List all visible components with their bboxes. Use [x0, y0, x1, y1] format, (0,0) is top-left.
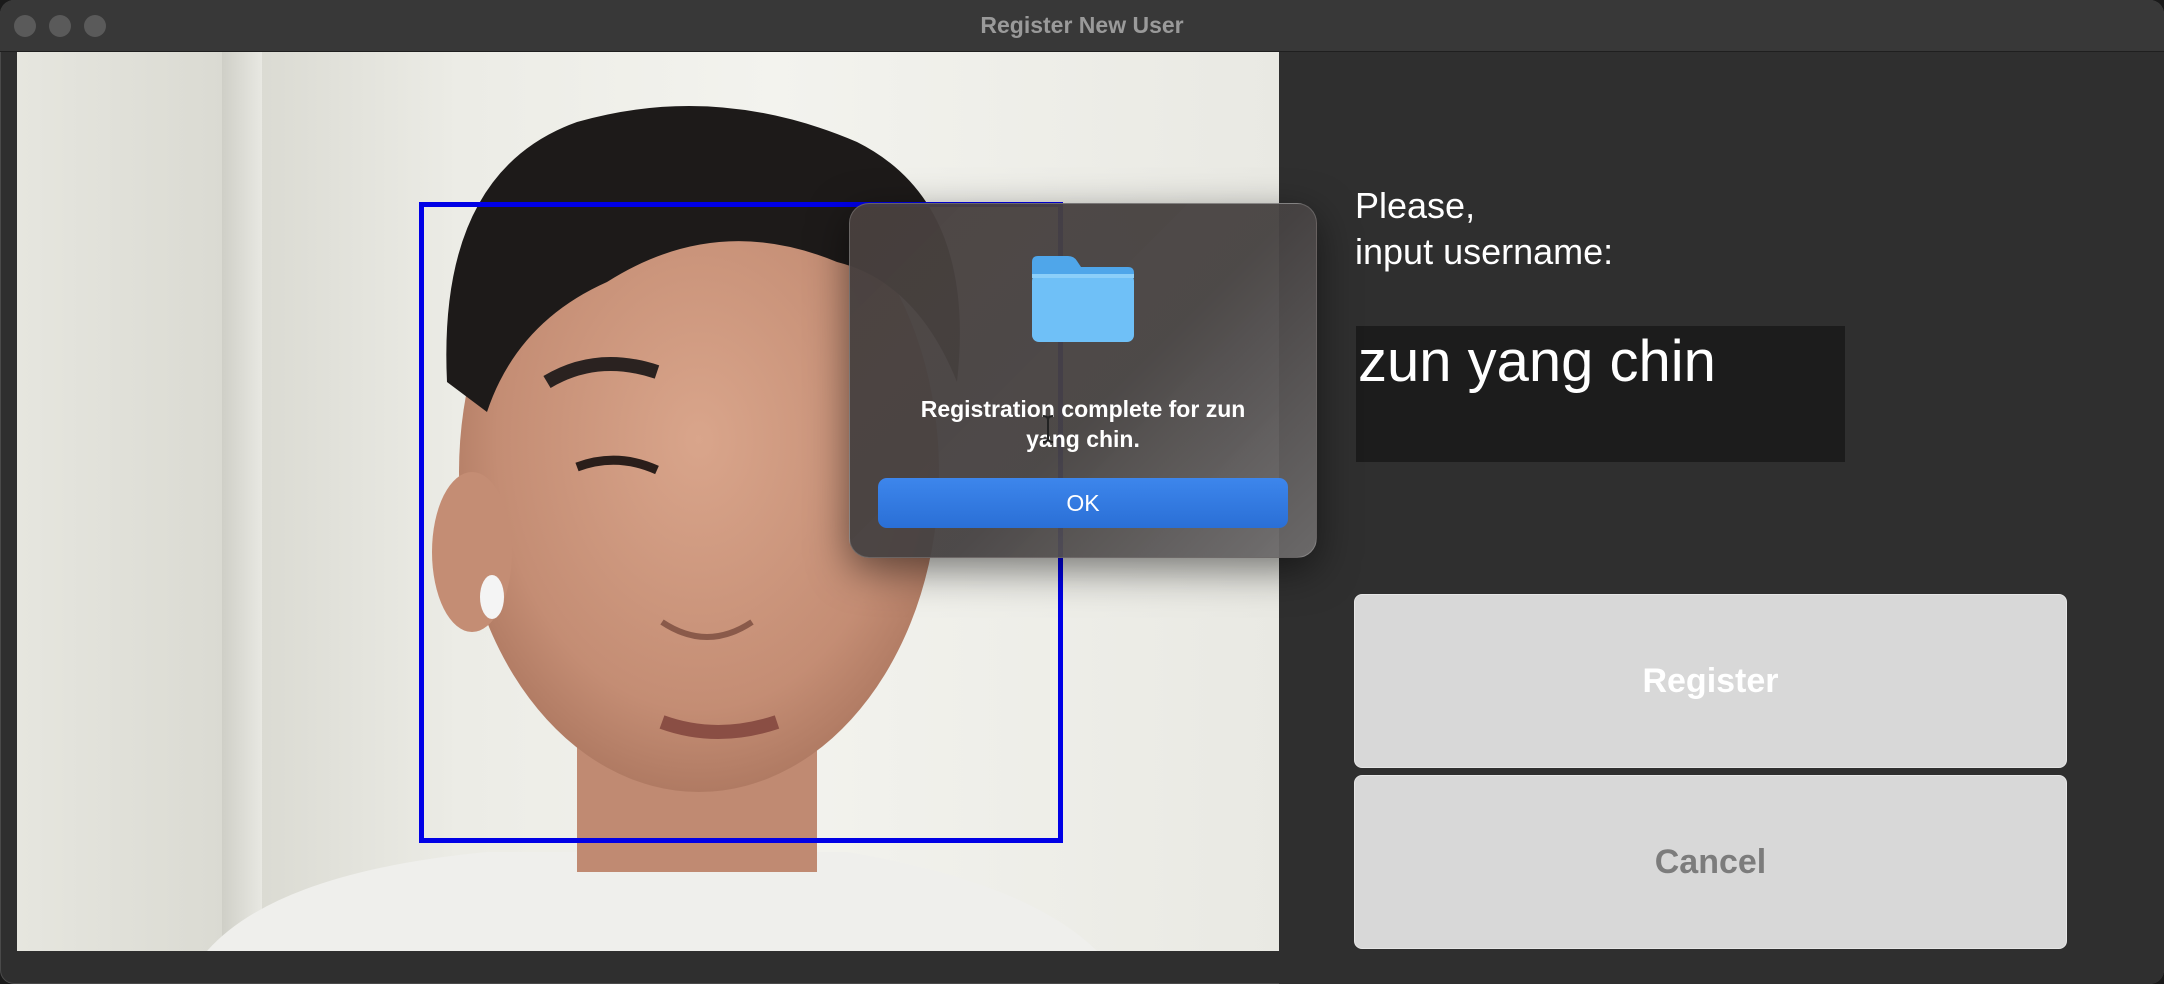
- window-title: Register New User: [980, 12, 1184, 38]
- username-prompt: Please, input username:: [1355, 183, 1613, 275]
- ok-button[interactable]: OK: [878, 478, 1288, 528]
- title-bar: Register New User: [0, 0, 2164, 52]
- dialog-message-line-1: Registration complete for zun: [920, 396, 1246, 422]
- text-cursor-icon: [1042, 415, 1054, 443]
- prompt-line-2: input username:: [1355, 231, 1614, 272]
- registration-complete-dialog: Registration complete for zun yang chin.…: [849, 203, 1317, 558]
- register-button[interactable]: Register: [1354, 594, 2067, 768]
- prompt-line-1: Please,: [1355, 185, 1476, 226]
- app-window: Register New User Please, input username…: [0, 0, 2164, 984]
- username-input[interactable]: zun yang chin: [1356, 326, 1845, 462]
- dialog-message: Registration complete for zun yang chin.: [880, 394, 1286, 454]
- dialog-message-line-2: yang chin.: [1026, 426, 1140, 452]
- cancel-button[interactable]: Cancel: [1354, 775, 2067, 949]
- folder-icon: [1032, 256, 1134, 342]
